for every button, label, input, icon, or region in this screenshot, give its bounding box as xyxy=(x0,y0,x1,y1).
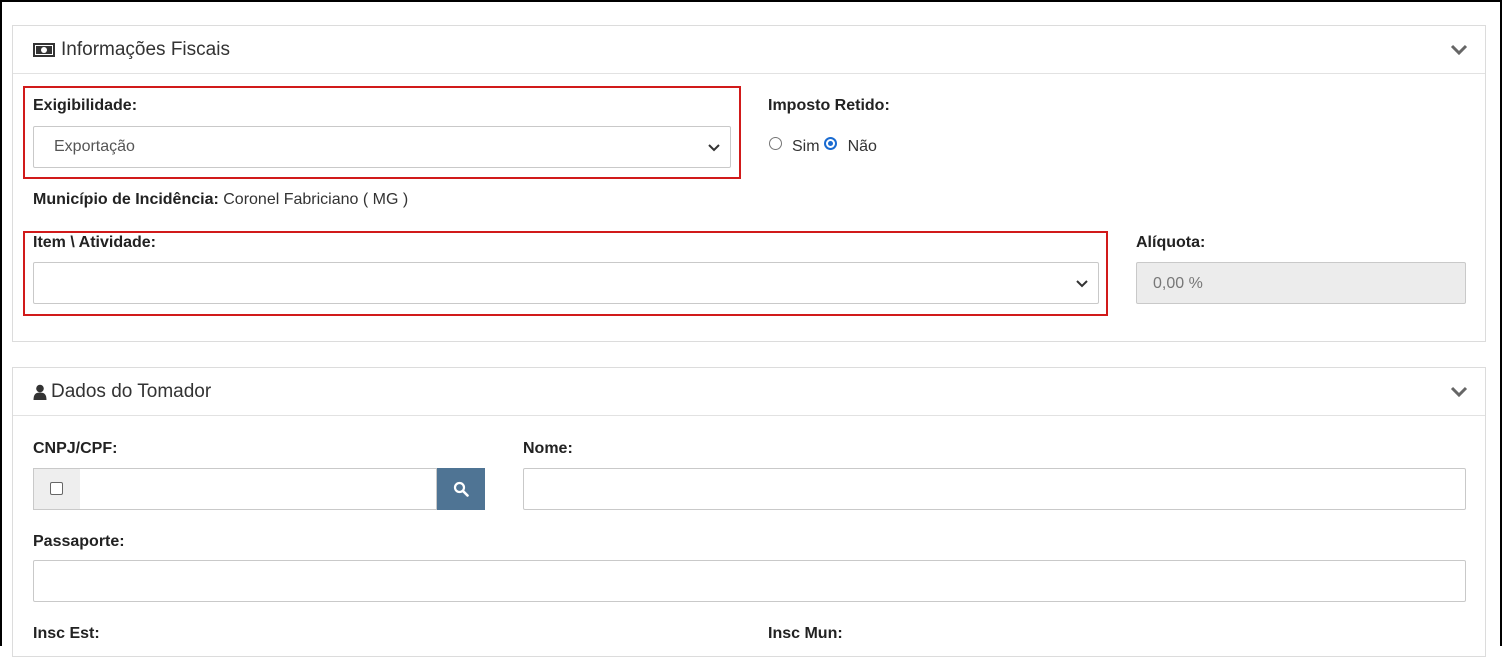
cnpj-checkbox[interactable] xyxy=(50,482,63,495)
radio-nao-label: Não xyxy=(847,138,877,155)
chevron-down-icon xyxy=(1076,276,1088,294)
municipio-row: Município de Incidência: Coronel Fabrici… xyxy=(33,191,408,209)
radio-nao[interactable] xyxy=(823,136,837,150)
search-icon xyxy=(453,481,469,497)
tomador-title-text: Dados do Tomador xyxy=(51,381,212,402)
fiscal-panel-header[interactable]: Informações Fiscais xyxy=(13,26,1485,74)
user-icon xyxy=(33,384,47,400)
imposto-retido-label: Imposto Retido: xyxy=(768,97,890,114)
imposto-retido-radios: Sim Não xyxy=(769,136,877,156)
tomador-panel: Dados do Tomador CNPJ/CPF: Nome: Passapo… xyxy=(12,367,1486,657)
tomador-panel-header[interactable]: Dados do Tomador xyxy=(13,368,1485,416)
passaporte-input[interactable] xyxy=(33,560,1466,602)
insc-mun-label: Insc Mun: xyxy=(768,625,843,642)
cnpj-addon xyxy=(33,468,81,510)
cnpj-cpf-label: CNPJ/CPF: xyxy=(33,440,118,457)
item-atividade-select[interactable] xyxy=(33,262,1099,304)
aliquota-label: Alíquota: xyxy=(1136,234,1206,251)
money-icon xyxy=(33,43,55,57)
exigibilidade-value: Exportação xyxy=(54,138,135,155)
municipio-value: Coronel Fabriciano ( MG ) xyxy=(218,191,409,208)
exigibilidade-select[interactable]: Exportação xyxy=(33,126,731,168)
chevron-down-icon[interactable] xyxy=(1449,40,1469,60)
aliquota-value: 0,00 % xyxy=(1153,275,1203,292)
fiscal-panel: Informações Fiscais Exigibilidade: Expor… xyxy=(12,25,1486,342)
nome-input[interactable] xyxy=(523,468,1466,510)
passaporte-label: Passaporte: xyxy=(33,533,125,550)
fiscal-title-text: Informações Fiscais xyxy=(61,39,230,60)
tomador-panel-title: Dados do Tomador xyxy=(33,381,211,403)
radio-sim-label: Sim xyxy=(792,138,820,155)
radio-sim[interactable] xyxy=(769,136,782,150)
nome-label: Nome: xyxy=(523,440,573,457)
chevron-down-icon xyxy=(708,140,720,158)
aliquota-field: 0,00 % xyxy=(1136,262,1466,304)
chevron-down-icon[interactable] xyxy=(1449,382,1469,402)
cnpj-cpf-input[interactable] xyxy=(80,468,437,510)
municipio-label: Município de Incidência: xyxy=(33,191,219,208)
search-button[interactable] xyxy=(437,468,485,510)
insc-est-label: Insc Est: xyxy=(33,625,100,642)
fiscal-panel-title: Informações Fiscais xyxy=(33,39,230,61)
item-atividade-label: Item \ Atividade: xyxy=(33,234,156,251)
exigibilidade-label: Exigibilidade: xyxy=(33,97,138,114)
